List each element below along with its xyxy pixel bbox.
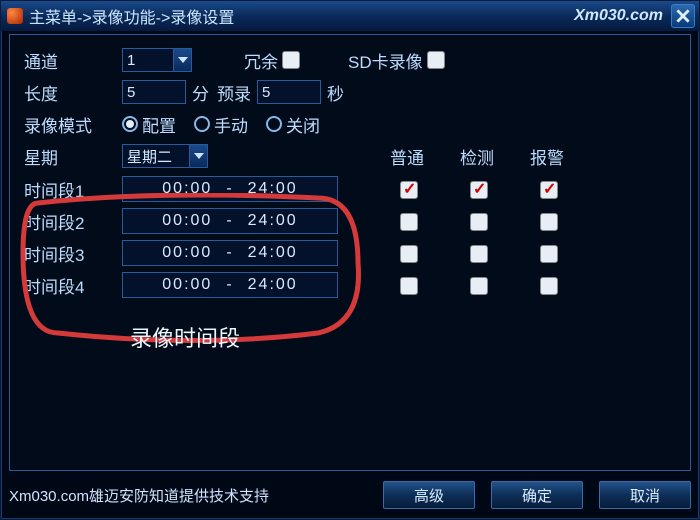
period-end: 24:00 <box>248 212 298 230</box>
detect-checkbox[interactable] <box>470 213 488 231</box>
prerecord-input[interactable] <box>257 80 321 104</box>
period-label: 时间段4 <box>24 273 122 298</box>
alarm-checkbox[interactable] <box>540 277 558 295</box>
chevron-down-icon[interactable] <box>173 49 191 71</box>
col-alarm-header: 报警 <box>512 144 582 169</box>
sdrecord-label: SD卡录像 <box>348 48 423 73</box>
normal-checkbox[interactable] <box>400 277 418 295</box>
mode-manual-label: 手动 <box>214 112 248 137</box>
mode-config-radio[interactable] <box>122 116 138 132</box>
close-icon <box>676 9 690 23</box>
normal-checkbox[interactable] <box>400 245 418 263</box>
alarm-checkbox[interactable] <box>540 213 558 231</box>
mode-label: 录像模式 <box>24 112 122 137</box>
period-row: 时间段400:00-24:00 <box>24 269 676 301</box>
col-normal-header: 普通 <box>372 144 442 169</box>
channel-label: 通道 <box>24 48 122 73</box>
app-icon <box>7 8 23 24</box>
period-time-input[interactable]: 00:00-24:00 <box>122 272 338 298</box>
period-label: 时间段3 <box>24 241 122 266</box>
length-input[interactable] <box>122 80 186 104</box>
chevron-down-icon[interactable] <box>189 145 207 167</box>
length-unit: 分 <box>192 80 209 105</box>
detect-checkbox[interactable] <box>470 277 488 295</box>
advanced-button[interactable]: 高级 <box>383 481 475 509</box>
period-row: 时间段200:00-24:00 <box>24 205 676 237</box>
cancel-button[interactable]: 取消 <box>599 481 691 509</box>
breadcrumb-title: 主菜单->录像功能->录像设置 <box>29 4 234 28</box>
sdrecord-checkbox[interactable] <box>427 51 445 69</box>
period-start: 00:00 <box>162 180 212 198</box>
detect-checkbox[interactable] <box>470 181 488 199</box>
period-label: 时间段1 <box>24 177 122 202</box>
col-detect-header: 检测 <box>442 144 512 169</box>
annotation-label: 录像时间段 <box>130 321 240 353</box>
ok-button[interactable]: 确定 <box>491 481 583 509</box>
mode-config-label: 配置 <box>142 112 176 137</box>
period-end: 24:00 <box>248 244 298 262</box>
detect-checkbox[interactable] <box>470 245 488 263</box>
length-label: 长度 <box>24 80 122 105</box>
titlebar: 主菜单->录像功能->录像设置 Xm030.com <box>1 1 699 31</box>
support-text: Xm030.com雄迈安防知道提供技术支持 <box>9 485 367 506</box>
settings-window: 主菜单->录像功能->录像设置 Xm030.com 通道 冗余 SD卡录像 长度… <box>0 0 700 520</box>
redundancy-checkbox[interactable] <box>282 51 300 69</box>
period-time-input[interactable]: 00:00-24:00 <box>122 240 338 266</box>
prerecord-label: 预录 <box>217 80 251 105</box>
alarm-checkbox[interactable] <box>540 245 558 263</box>
period-end: 24:00 <box>248 180 298 198</box>
period-row: 时间段300:00-24:00 <box>24 237 676 269</box>
period-time-input[interactable]: 00:00-24:00 <box>122 176 338 202</box>
alarm-checkbox[interactable] <box>540 181 558 199</box>
mode-off-radio[interactable] <box>266 116 282 132</box>
watermark: Xm030.com <box>574 7 663 25</box>
period-start: 00:00 <box>162 212 212 230</box>
redundancy-label: 冗余 <box>244 48 278 73</box>
form-body: 通道 冗余 SD卡录像 长度 分 预录 秒 录像模式 配置 手动 <box>9 34 691 471</box>
prerecord-unit: 秒 <box>327 80 344 105</box>
period-start: 00:00 <box>162 244 212 262</box>
normal-checkbox[interactable] <box>400 181 418 199</box>
week-label: 星期 <box>24 144 122 169</box>
period-start: 00:00 <box>162 276 212 294</box>
close-button[interactable] <box>671 4 695 28</box>
period-time-input[interactable]: 00:00-24:00 <box>122 208 338 234</box>
period-end: 24:00 <box>248 276 298 294</box>
mode-off-label: 关闭 <box>286 112 320 137</box>
period-row: 时间段100:00-24:00 <box>24 173 676 205</box>
footer: Xm030.com雄迈安防知道提供技术支持 高级 确定 取消 <box>9 479 691 511</box>
period-label: 时间段2 <box>24 209 122 234</box>
normal-checkbox[interactable] <box>400 213 418 231</box>
mode-manual-radio[interactable] <box>194 116 210 132</box>
